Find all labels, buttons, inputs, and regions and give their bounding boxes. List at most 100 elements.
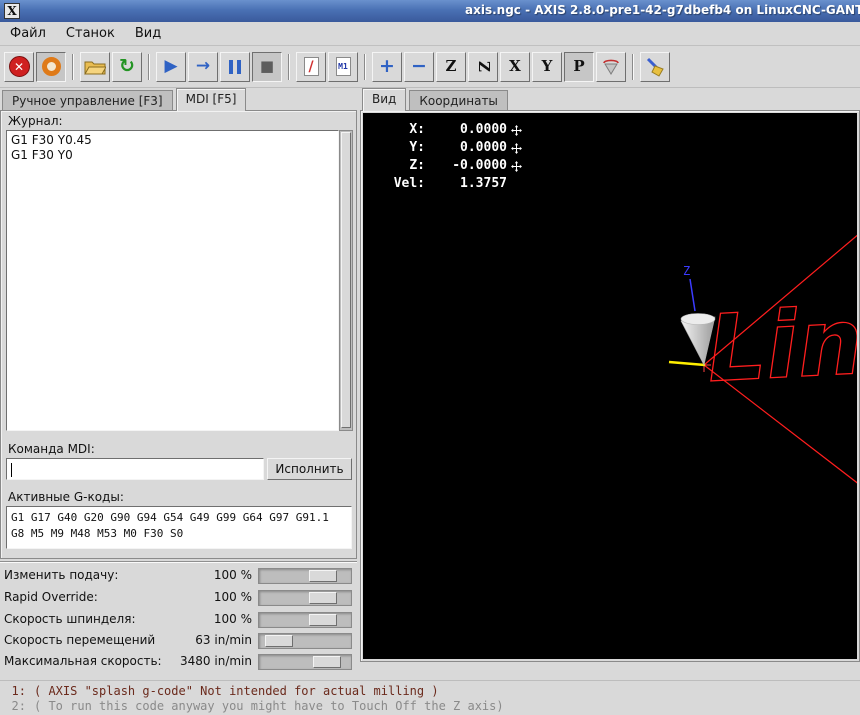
- gcode-line-1[interactable]: 1: ( AXIS "splash g-code" Not intended f…: [0, 684, 860, 699]
- dro-z-row: Z: -0.0000: [379, 157, 522, 175]
- menu-file[interactable]: Файл: [0, 23, 56, 44]
- view-x-button[interactable]: X: [500, 51, 530, 82]
- clear-plot-broom-icon: [646, 57, 664, 77]
- open-folder-icon: [84, 61, 106, 75]
- feed-override-slider[interactable]: [258, 568, 352, 584]
- skip-lines-button[interactable]: /: [296, 51, 326, 82]
- jog-speed-row: Скорость перемещений 63 in/min: [0, 631, 357, 651]
- text-caret: [11, 463, 12, 477]
- view-z-rotated-button[interactable]: Z: [468, 51, 498, 82]
- slider-handle[interactable]: [308, 570, 337, 582]
- jog-speed-slider[interactable]: [258, 633, 352, 649]
- dro-vel-label: Vel:: [393, 176, 425, 191]
- homed-icon: [511, 124, 522, 136]
- rapid-override-label: Rapid Override:: [4, 590, 98, 604]
- mdi-history-box[interactable]: G1 F30 Y0.45 G1 F30 Y0: [6, 130, 339, 431]
- spindle-override-value: 100 %: [213, 612, 252, 626]
- spindle-override-slider[interactable]: [258, 612, 352, 628]
- open-file-button[interactable]: [80, 51, 110, 82]
- dro-readout: X: 0.0000 Y: 0.0000 Z: -0.0000 Vel: 1.37…: [379, 121, 522, 193]
- dro-x-label: X:: [409, 122, 425, 137]
- machine-power-icon: [41, 57, 61, 76]
- dro-z-value: -0.0000: [452, 158, 507, 173]
- view-perspective-icon: P: [573, 57, 585, 75]
- x-logo-icon: X: [7, 4, 17, 18]
- dro-vel-value: 1.3757: [460, 176, 507, 191]
- mdi-command-input-box[interactable]: [6, 458, 264, 480]
- machine-power-button[interactable]: [36, 51, 66, 82]
- view-y-button[interactable]: Y: [532, 51, 562, 82]
- toolbar-separator: [364, 53, 366, 80]
- jog-speed-label: Скорость перемещений: [4, 633, 156, 647]
- history-scrollbar[interactable]: [339, 130, 353, 431]
- gcode-line-2[interactable]: 2: ( To run this code anyway you might h…: [0, 699, 860, 714]
- toolbar-separator: [632, 53, 634, 80]
- line-number: 2:: [11, 699, 26, 713]
- max-velocity-value: 3480 in/min: [180, 654, 252, 668]
- gcode-preview-scene: LinuxCNC Z: [668, 234, 857, 484]
- view-x-icon: X: [509, 57, 521, 75]
- dro-vel-row: Vel: 1.3757: [379, 175, 522, 193]
- homed-icon: [511, 142, 522, 154]
- window-menu-icon[interactable]: X: [4, 3, 20, 19]
- horizontal-separator: [0, 561, 357, 563]
- view-perspective-button[interactable]: P: [564, 51, 594, 82]
- run-icon: ▶: [164, 56, 178, 76]
- mdi-go-button[interactable]: Исполнить: [267, 458, 352, 480]
- line-text: ( AXIS "splash g-code" Not intended for …: [34, 684, 439, 698]
- history-line: G1 F30 Y0.45: [11, 133, 92, 147]
- menu-machine[interactable]: Станок: [56, 23, 125, 44]
- max-velocity-row: Максимальная скорость: 3480 in/min: [0, 652, 357, 672]
- jog-speed-value: 63 in/min: [195, 633, 252, 647]
- preview-canvas[interactable]: LinuxCNC Z X: 0.0000 Y: 0.0000 Z: -0.000…: [363, 113, 857, 659]
- rapid-override-slider[interactable]: [258, 590, 352, 606]
- zoom-out-button[interactable]: −: [404, 51, 434, 82]
- dro-z-label: Z:: [409, 158, 425, 173]
- menu-view[interactable]: Вид: [125, 23, 171, 44]
- z-axis-label: Z: [683, 264, 690, 278]
- pause-button[interactable]: [220, 51, 250, 82]
- titlebar[interactable]: X axis.ngc - AXIS 2.8.0-pre1-42-g7dbefb4…: [0, 0, 860, 22]
- zoom-in-button[interactable]: +: [372, 51, 402, 82]
- mdi-command-row: Исполнить: [1, 458, 358, 482]
- tab-mdi[interactable]: MDI [F5]: [175, 88, 247, 111]
- run-button[interactable]: ▶: [156, 51, 186, 82]
- stop-icon: ■: [259, 57, 275, 75]
- mdi-command-label: Команда MDI:: [8, 442, 95, 456]
- slider-handle[interactable]: [313, 656, 342, 668]
- feed-override-row: Изменить подачу: 100 %: [0, 566, 357, 586]
- toolbar: ✕ ↻ ▶ → ■ / M1 + − Z Z X Y P: [0, 46, 860, 88]
- max-velocity-slider[interactable]: [258, 654, 352, 670]
- dro-x-row: X: 0.0000: [379, 121, 522, 139]
- slider-handle[interactable]: [308, 592, 337, 604]
- dro-y-value: 0.0000: [460, 140, 507, 155]
- slider-handle[interactable]: [265, 635, 294, 647]
- stop-button[interactable]: ■: [252, 51, 282, 82]
- estop-icon: ✕: [8, 56, 30, 77]
- mdi-command-input[interactable]: [9, 461, 261, 477]
- reload-file-button[interactable]: ↻: [112, 51, 142, 82]
- optional-pause-button[interactable]: M1: [328, 51, 358, 82]
- tab-preview[interactable]: Вид: [362, 88, 407, 111]
- right-notebook-tabs: Вид Координаты: [362, 88, 511, 111]
- tool-cone-top: [680, 313, 716, 325]
- view-z-rotated-icon: Z: [474, 61, 493, 72]
- gcodes-line: G1 G17 G40 G20 G90 G94 G54 G49 G99 G64 G…: [11, 511, 329, 524]
- tab-dro[interactable]: Координаты: [409, 90, 508, 111]
- slider-handle[interactable]: [308, 614, 337, 626]
- reload-icon: ↻: [119, 55, 135, 77]
- preview-panel: LinuxCNC Z X: 0.0000 Y: 0.0000 Z: -0.000…: [360, 110, 860, 662]
- rapid-override-row: Rapid Override: 100 %: [0, 588, 357, 608]
- estop-button[interactable]: ✕: [4, 51, 34, 82]
- clear-plot-button[interactable]: [640, 51, 670, 82]
- run-from-line-icon: →: [195, 56, 211, 76]
- toolbar-separator: [148, 53, 150, 80]
- tab-manual-control[interactable]: Ручное управление [F3]: [2, 90, 173, 111]
- rotate-view-button[interactable]: [596, 51, 626, 82]
- line-text: ( To run this code anyway you might have…: [34, 699, 504, 713]
- run-from-line-button[interactable]: →: [188, 51, 218, 82]
- view-z-button[interactable]: Z: [436, 51, 466, 82]
- pause-icon: [227, 59, 243, 74]
- scrollbar-thumb[interactable]: [341, 132, 351, 428]
- axis-window: X axis.ngc - AXIS 2.8.0-pre1-42-g7dbefb4…: [0, 0, 860, 715]
